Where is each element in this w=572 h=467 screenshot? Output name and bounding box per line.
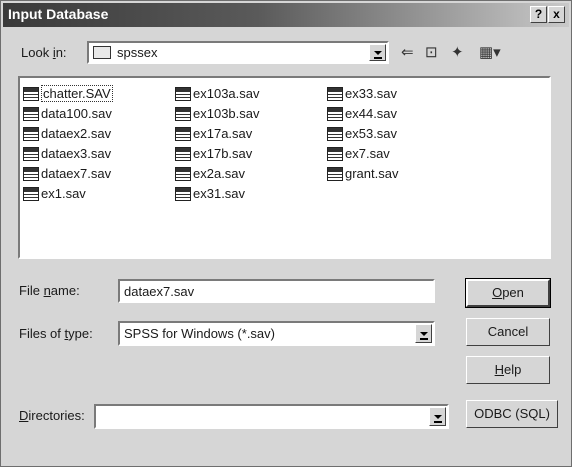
file-name-value: dataex7.sav [124,284,195,299]
close-title-button[interactable]: x [548,6,565,23]
list-item[interactable]: ex103a.sav [175,84,260,103]
spss-file-icon [23,87,39,101]
list-item[interactable]: ex17b.sav [175,144,252,163]
spss-file-icon [175,107,191,121]
look-in-label: Look in: [21,45,67,60]
spss-file-icon [327,107,343,121]
spss-file-icon [175,147,191,161]
spss-file-icon [175,187,191,201]
back-arrow-icon[interactable]: ⇐ [401,43,414,63]
files-of-type-label: Files of type: [19,326,93,341]
look-in-dropdown-button[interactable] [369,44,386,61]
window-title: Input Database [8,6,109,22]
cancel-button[interactable]: Cancel [466,318,550,346]
list-item[interactable]: grant.sav [327,164,398,183]
list-item[interactable]: ex2a.sav [175,164,245,183]
file-name-label: File name: [19,283,80,298]
new-folder-icon[interactable]: ✦ [451,43,464,63]
help-title-button[interactable]: ? [530,6,547,23]
files-of-type-select[interactable]: SPSS for Windows (*.sav) [118,321,435,346]
up-folder-icon[interactable]: ⊡ [425,43,438,63]
file-list[interactable]: chatter.SAV data100.sav dataex2.sav data… [18,76,551,259]
view-menu-icon[interactable]: ▦▾ [479,43,501,63]
spss-file-icon [23,187,39,201]
files-of-type-value: SPSS for Windows (*.sav) [124,326,275,341]
spss-file-icon [23,127,39,141]
list-item[interactable]: ex1.sav [23,184,86,203]
spss-file-icon [327,127,343,141]
list-item[interactable]: ex103b.sav [175,104,260,123]
list-item[interactable]: ex7.sav [327,144,390,163]
spss-file-icon [175,167,191,181]
list-item[interactable]: ex53.sav [327,124,397,143]
list-item[interactable]: ex31.sav [175,184,245,203]
files-of-type-dropdown-button[interactable] [415,324,432,343]
list-item[interactable]: ex17a.sav [175,124,252,143]
input-database-dialog: Input Database ? x Look in: spssex ⇐ ⊡ ✦… [0,0,572,467]
spss-file-icon [327,147,343,161]
spss-file-icon [23,167,39,181]
spss-file-icon [327,167,343,181]
spss-file-icon [23,107,39,121]
list-item[interactable]: ex33.sav [327,84,397,103]
spss-file-icon [175,87,191,101]
odbc-sql-button[interactable]: ODBC (SQL) [466,400,558,428]
directories-dropdown-button[interactable] [429,407,446,426]
spss-file-icon [175,127,191,141]
spss-file-icon [327,87,343,101]
directories-select[interactable] [94,404,449,429]
folder-icon [93,46,111,59]
look-in-value: spssex [117,45,158,60]
file-name-input[interactable]: dataex7.sav [118,279,435,303]
list-item[interactable]: dataex7.sav [23,164,111,183]
list-item[interactable]: data100.sav [23,104,112,123]
help-button[interactable]: Help [466,356,550,384]
title-bar[interactable]: Input Database ? x [3,3,569,27]
directories-label: Directories: [19,408,85,423]
look-in-combo[interactable]: spssex [87,41,389,64]
list-item[interactable]: dataex3.sav [23,144,111,163]
list-item[interactable]: chatter.SAV [23,84,113,103]
list-item[interactable]: dataex2.sav [23,124,111,143]
open-button[interactable]: Open [465,278,551,308]
list-item[interactable]: ex44.sav [327,104,397,123]
spss-file-icon [23,147,39,161]
